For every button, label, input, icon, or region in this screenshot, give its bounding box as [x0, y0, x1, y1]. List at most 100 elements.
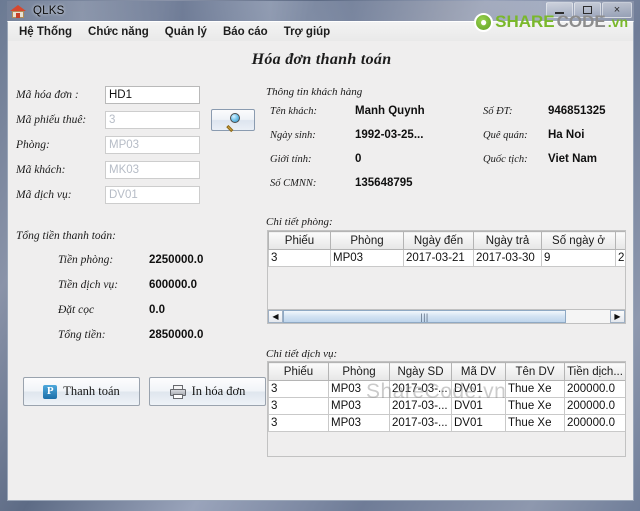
input-ma-dich-vu[interactable]: DV01 — [105, 186, 200, 204]
svc-col-ten-dv[interactable]: Tên DV — [505, 362, 565, 381]
room-col-phieu[interactable]: Phiếu — [268, 231, 331, 250]
logo-code-text: CODE — [556, 12, 606, 31]
svc-cell-tien-dich: 200000.0 — [564, 414, 625, 432]
menu-item-tro-giup[interactable]: Trợ giúp — [276, 24, 339, 40]
svc-cell-phieu: 3 — [268, 414, 329, 432]
label-ngay-sinh: Ngày sinh: — [270, 130, 316, 141]
value-quoc-tich: Viet Nam — [548, 153, 598, 165]
print-button[interactable]: In hóa đơn — [149, 377, 266, 406]
svc-cell-ma-dv: DV01 — [451, 414, 506, 432]
sharecode-logo: ● SHARE CODE .vn — [474, 12, 628, 32]
client-area: Hóa đơn thanh toán Mã hóa đơn : Mã phiếu… — [7, 41, 634, 501]
room-col-phong[interactable]: Phòng — [330, 231, 404, 250]
value-ngay-sinh: 1992-03-25... — [355, 129, 424, 141]
service-table-panel: Phiếu Phòng Ngày SD Mã DV Tên DV Tiền dị… — [267, 361, 626, 457]
label-so-cmnn: Số CMNN: — [270, 178, 317, 189]
label-dat-coc: Đặt cọc — [58, 304, 95, 316]
service-table: Phiếu Phòng Ngày SD Mã DV Tên DV Tiền dị… — [268, 362, 625, 432]
table-row[interactable]: 3 MP03 2017-03-... DV01 Thue Xe 200000.0 — [268, 414, 625, 432]
value-que-quan: Ha Noi — [548, 129, 585, 141]
input-ma-khach[interactable]: MK03 — [105, 161, 200, 179]
value-tong-tien: 2850000.0 — [149, 329, 204, 341]
table-row[interactable]: 3 MP03 2017-03-... DV01 Thue Xe 200000.0 — [268, 397, 625, 415]
room-cell-so-ngay-o: 9 — [541, 249, 616, 267]
house-icon — [10, 3, 26, 19]
menu-item-chuc-nang[interactable]: Chức năng — [80, 24, 157, 40]
logo-vn-text: .vn — [607, 14, 628, 30]
room-cell-phieu: 3 — [268, 249, 331, 267]
svc-col-ngay-sd[interactable]: Ngày SD — [389, 362, 452, 381]
value-so-dt: 946851325 — [548, 105, 606, 117]
value-tien-phong: 2250000.0 — [149, 254, 204, 266]
label-ma-khach: Mã khách: — [16, 164, 66, 176]
label-quoc-tich: Quốc tịch: — [483, 154, 528, 165]
room-table-header-row: Phiếu Phòng Ngày đến Ngày trả Số ngày ở … — [268, 231, 625, 250]
label-tien-phong: Tiền phòng: — [58, 254, 114, 266]
table-row[interactable]: 3 MP03 2017-03-... DV01 Thue Xe 200000.0 — [268, 380, 625, 398]
svc-cell-tien-dich: 200000.0 — [564, 397, 625, 415]
label-ma-hoa-don: Mã hóa đơn : — [16, 89, 79, 101]
room-col-so-ngay-o[interactable]: Số ngày ở — [541, 231, 616, 250]
room-table-heading: Chi tiết phòng: — [266, 216, 333, 228]
room-table-panel: Phiếu Phòng Ngày đến Ngày trả Số ngày ở … — [267, 230, 626, 317]
svc-cell-phong: MP03 — [328, 414, 390, 432]
label-ten-khach: Tên khách: — [270, 106, 317, 117]
menu-item-bao-cao[interactable]: Báo cáo — [215, 24, 276, 40]
input-ma-hoa-don[interactable]: HD1 — [105, 86, 200, 104]
service-table-header-row: Phiếu Phòng Ngày SD Mã DV Tên DV Tiền dị… — [268, 362, 625, 381]
search-icon — [225, 113, 241, 132]
svc-col-phong[interactable]: Phòng — [328, 362, 390, 381]
room-col-ngay-den[interactable]: Ngày đến — [403, 231, 474, 250]
table-row[interactable]: 3 MP03 2017-03-21 2017-03-30 9 2 — [268, 249, 625, 267]
value-tien-dich-vu: 600000.0 — [149, 279, 197, 291]
search-button[interactable] — [211, 109, 255, 132]
label-ma-dich-vu: Mã dịch vụ: — [16, 189, 72, 201]
label-gioi-tinh: Giới tính: — [270, 154, 312, 165]
label-so-dt: Số ĐT: — [483, 106, 513, 117]
scroll-grip-icon: ||| — [420, 311, 429, 322]
room-col-extra[interactable]: 2 — [615, 231, 625, 250]
service-table-heading: Chi tiết dịch vụ: — [266, 348, 338, 360]
window-title: QLKS — [33, 5, 65, 17]
app-window: QLKS × Hệ Thống Chức năng Quản lý Báo cá… — [7, 1, 634, 501]
pay-button[interactable]: P Thanh toán — [23, 377, 140, 406]
svc-cell-ma-dv: DV01 — [451, 380, 506, 398]
svc-cell-ten-dv: Thue Xe — [505, 397, 565, 415]
scroll-left-icon[interactable]: ◀ — [268, 310, 283, 323]
value-ten-khach: Manh Quynh — [355, 105, 425, 117]
label-que-quan: Quê quán: — [483, 130, 528, 141]
room-table-hscrollbar[interactable]: ◀ ||| ▶ — [267, 309, 626, 324]
sharecode-badge-icon: ● — [474, 12, 494, 32]
scroll-right-icon[interactable]: ▶ — [610, 310, 625, 323]
label-phong: Phòng: — [16, 139, 50, 151]
svc-cell-ten-dv: Thue Xe — [505, 380, 565, 398]
svc-cell-ngay-sd: 2017-03-... — [389, 380, 452, 398]
svc-cell-ma-dv: DV01 — [451, 397, 506, 415]
svc-cell-ten-dv: Thue Xe — [505, 414, 565, 432]
svc-cell-phieu: 3 — [268, 397, 329, 415]
page-title: Hóa đơn thanh toán — [251, 51, 392, 68]
paypal-icon: P — [43, 384, 58, 399]
room-col-ngay-tra[interactable]: Ngày trả — [473, 231, 542, 250]
menu-item-he-thong[interactable]: Hệ Thống — [11, 24, 80, 40]
scroll-track[interactable]: ||| — [283, 310, 610, 323]
menu-item-quan-ly[interactable]: Quản lý — [157, 24, 215, 40]
value-gioi-tinh: 0 — [355, 153, 362, 165]
label-tien-dich-vu: Tiền dịch vụ: — [58, 279, 119, 291]
label-tong-tien: Tổng tiền: — [58, 329, 106, 341]
logo-share-text: SHARE — [495, 12, 555, 31]
room-cell-ngay-den: 2017-03-21 — [403, 249, 474, 267]
svc-col-phieu[interactable]: Phiếu — [268, 362, 329, 381]
scroll-thumb[interactable]: ||| — [283, 310, 566, 323]
svc-cell-ngay-sd: 2017-03-... — [389, 414, 452, 432]
room-table: Phiếu Phòng Ngày đến Ngày trả Số ngày ở … — [268, 231, 625, 267]
input-ma-phieu-thue[interactable]: 3 — [105, 111, 200, 129]
totals-heading: Tổng tiền thanh toán: — [16, 230, 116, 242]
input-phong[interactable]: MP03 — [105, 136, 200, 154]
svc-col-tien-dich[interactable]: Tiền dịch... — [564, 362, 625, 381]
svc-col-ma-dv[interactable]: Mã DV — [451, 362, 506, 381]
value-dat-coc: 0.0 — [149, 304, 165, 316]
room-cell-ngay-tra: 2017-03-30 — [473, 249, 542, 267]
room-cell-phong: MP03 — [330, 249, 404, 267]
svc-cell-phieu: 3 — [268, 380, 329, 398]
